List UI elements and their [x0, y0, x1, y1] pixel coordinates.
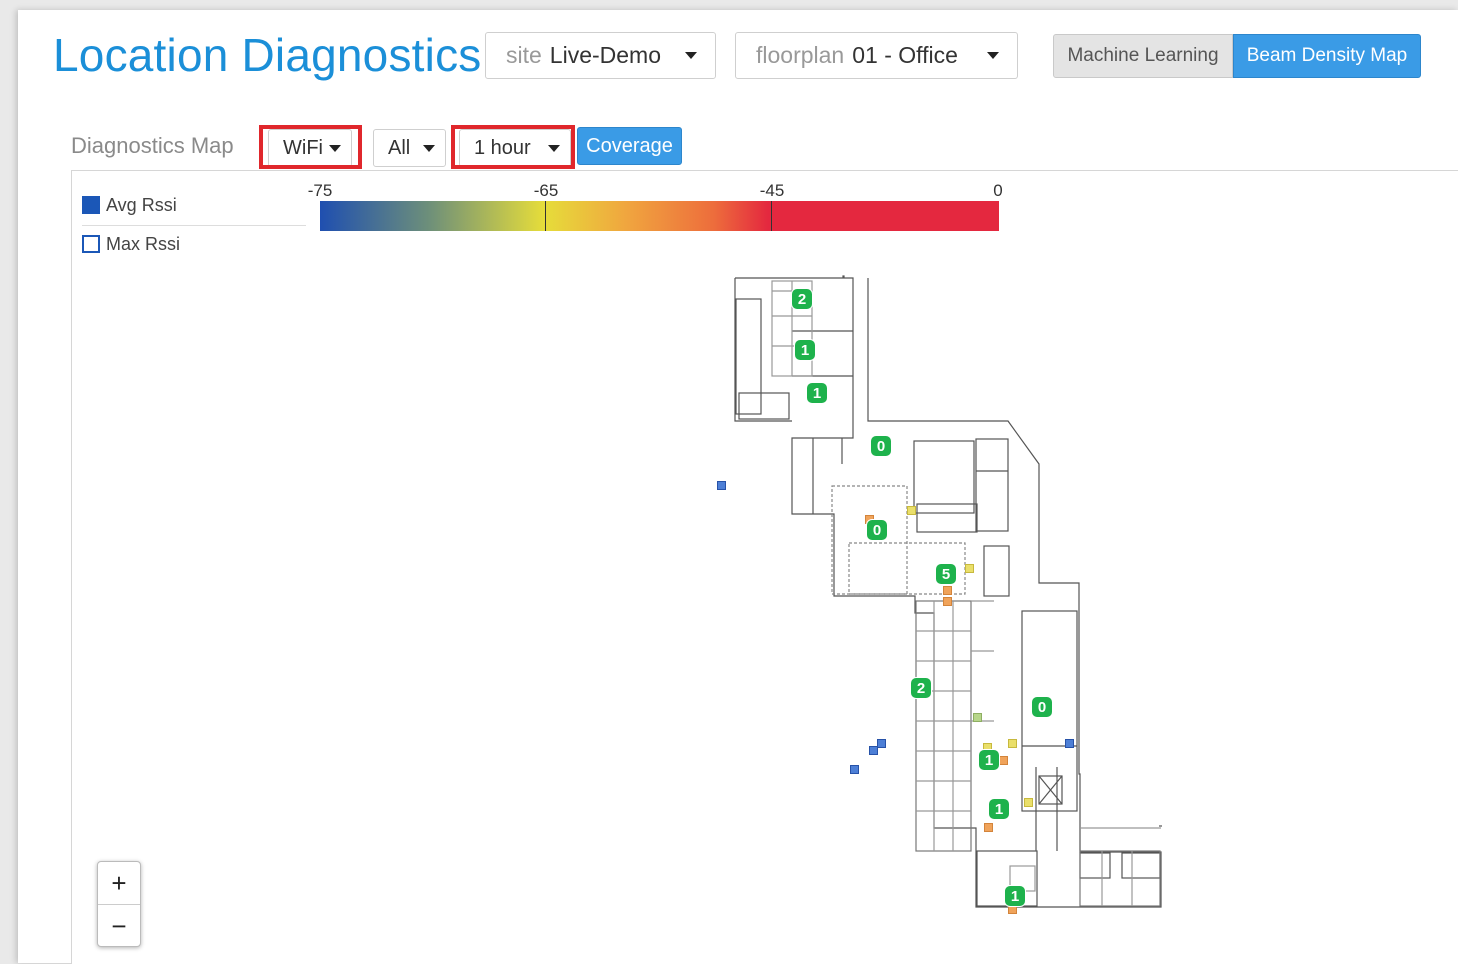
client-marker[interactable]	[907, 506, 916, 515]
highlight-box-time	[451, 125, 575, 169]
client-marker[interactable]	[943, 597, 952, 606]
ap-count-badge[interactable]: 1	[978, 749, 1000, 771]
caret-down-icon	[685, 52, 697, 59]
client-marker[interactable]	[1008, 739, 1017, 748]
beam-density-map-button[interactable]: Beam Density Map	[1233, 34, 1421, 78]
coverage-button[interactable]: Coverage	[577, 127, 682, 165]
diagnostics-map-label: Diagnostics Map	[71, 133, 234, 158]
zoom-out-button[interactable]: −	[98, 905, 140, 947]
zoom-in-button[interactable]: +	[98, 862, 140, 905]
client-marker[interactable]	[850, 765, 859, 774]
caret-down-icon	[423, 144, 435, 152]
client-marker[interactable]	[1065, 739, 1074, 748]
site-dropdown[interactable]: site Live-Demo	[485, 32, 716, 79]
ap-count-badge[interactable]: 0	[870, 435, 892, 457]
ap-count-badge[interactable]: 1	[1004, 885, 1026, 907]
ap-count-badge[interactable]: 1	[794, 339, 816, 361]
ap-count-badge[interactable]: 2	[910, 677, 932, 699]
page-title: Location Diagnostics	[53, 29, 482, 81]
client-filter-dropdown[interactable]: All	[373, 129, 446, 167]
ap-count-badge[interactable]: 5	[935, 563, 957, 585]
floorplan-dropdown-label: floorplan	[756, 42, 845, 68]
floorplan-dropdown-value: 01 - Office	[852, 42, 958, 68]
client-marker[interactable]	[717, 481, 726, 490]
floorplan-drawing	[734, 275, 1162, 908]
caret-down-icon	[987, 52, 999, 59]
main-panel: Location Diagnostics site Live-Demo floo…	[18, 10, 1458, 964]
ap-count-badge[interactable]: 0	[866, 519, 888, 541]
ap-count-badge[interactable]: 2	[791, 288, 813, 310]
site-dropdown-label: site	[506, 42, 542, 68]
client-marker[interactable]	[984, 823, 993, 832]
ap-count-badge[interactable]: 1	[988, 798, 1010, 820]
client-marker[interactable]	[943, 586, 952, 595]
client-marker[interactable]	[877, 739, 886, 748]
zoom-control: + −	[97, 861, 141, 947]
client-marker[interactable]	[965, 564, 974, 573]
diagnostics-map[interactable]: Avg Rssi Max Rssi -75 -65 -45 0 2 1 1 0 …	[71, 170, 1458, 964]
site-dropdown-value: Live-Demo	[549, 42, 662, 68]
ap-count-badge[interactable]: 0	[1031, 696, 1053, 718]
ap-count-badge[interactable]: 1	[806, 382, 828, 404]
highlight-box-wifi	[259, 125, 362, 169]
client-filter-value: All	[388, 136, 411, 159]
floorplan-dropdown[interactable]: floorplan 01 - Office	[735, 32, 1018, 79]
client-marker[interactable]	[973, 713, 982, 722]
client-marker[interactable]	[1024, 798, 1033, 807]
machine-learning-button[interactable]: Machine Learning	[1053, 34, 1233, 78]
client-marker[interactable]	[999, 756, 1008, 765]
